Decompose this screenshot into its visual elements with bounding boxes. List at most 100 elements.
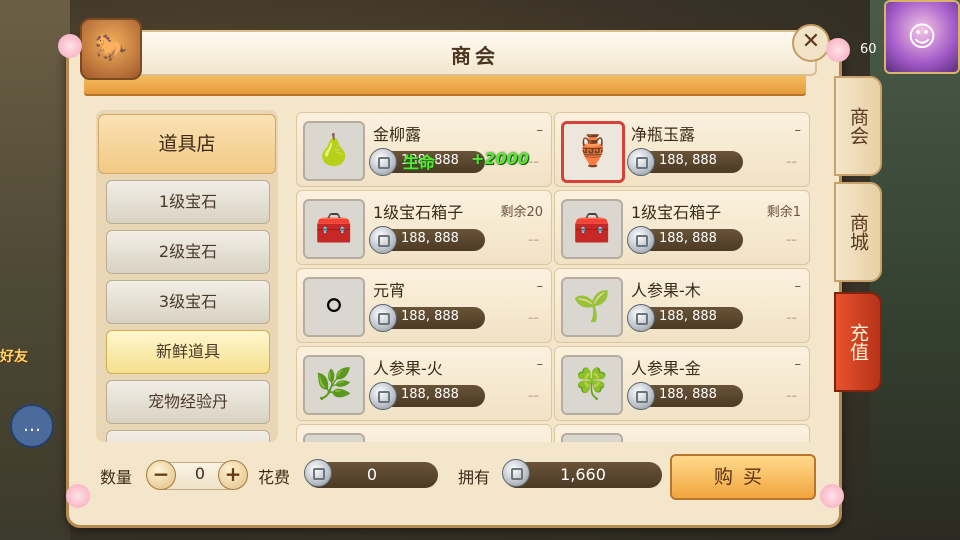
category-item-fresh[interactable]: 新鲜道具 [106, 330, 270, 374]
quantity-value[interactable]: 0 [180, 464, 220, 483]
blossom-decoration-icon [58, 34, 82, 58]
item-name: 元宵 [373, 281, 406, 300]
category-item-shop[interactable]: 道具店 [98, 114, 276, 174]
item-stock: 剩余1 [766, 205, 801, 220]
tab-shop-guild[interactable]: 商会 [834, 76, 882, 176]
item-stock: – [536, 357, 544, 372]
silver-coin-icon [627, 226, 655, 254]
owned-field: 1,660 [502, 459, 662, 488]
treasure-chest-icon: 🧰 [303, 199, 365, 259]
item-price: 188, 888 [369, 226, 485, 254]
ginseng-fruit-fire-icon: 🌿 [303, 355, 365, 415]
left-scene-strip [0, 0, 70, 540]
list-item[interactable]: ⚪ 元宵 – 188, 888 –– [296, 268, 552, 343]
category-item-partial[interactable] [106, 430, 270, 442]
list-item[interactable]: 🌿 人参果-火 – 188, 888 –– [296, 346, 552, 421]
ginseng-fruit-icon [303, 433, 365, 442]
item-stock: – [536, 123, 544, 138]
price-text: 188, 888 [659, 387, 717, 402]
item-price: 188, 888 [369, 382, 485, 410]
list-item[interactable]: 🌱 人参果-木 – 188, 888 –– [554, 268, 810, 343]
player-level: 60 [860, 42, 877, 57]
item-extra: –– [786, 233, 797, 246]
blossom-decoration-icon [820, 484, 844, 508]
silver-coin-icon [627, 304, 655, 332]
item-name: 人参果-火 [373, 359, 443, 378]
item-stock: – [794, 123, 802, 138]
item-stock: – [794, 357, 802, 372]
silver-coin-icon [369, 304, 397, 332]
item-stock: 剩余20 [500, 205, 543, 220]
ginseng-fruit-metal-icon: 🍀 [561, 355, 623, 415]
list-item[interactable] [296, 424, 552, 442]
list-item[interactable]: 🧰 1级宝石箱子 剩余1 188, 888 –– [554, 190, 810, 265]
silver-coin-icon [627, 148, 655, 176]
ginseng-fruit-wood-icon: 🌱 [561, 277, 623, 337]
item-stock: – [536, 279, 544, 294]
quantity-plus-button[interactable]: + [218, 460, 248, 490]
rice-ball-icon: ⚪ [303, 277, 365, 337]
item-stock: – [794, 279, 802, 294]
list-item[interactable] [554, 424, 810, 442]
category-item-gem-1[interactable]: 1级宝石 [106, 180, 270, 224]
quantity-label: 数量 [100, 468, 133, 487]
purchase-bar: 数量 − 0 + 花费 0 拥有 1,660 购买 [96, 452, 816, 500]
item-price: 188, 888 [627, 148, 743, 176]
item-name: 1级宝石箱子 [373, 203, 464, 222]
cost-value: 0 [366, 465, 378, 484]
item-price: 188, 888 [627, 382, 743, 410]
category-item-pet-exp[interactable]: 宠物经验丹 [106, 380, 270, 424]
player-avatar[interactable]: ☺ [884, 0, 960, 74]
green-gourd-icon: 🍐 [303, 121, 365, 181]
treasure-chest-icon: 🧰 [561, 199, 623, 259]
blossom-decoration-icon [66, 484, 90, 508]
item-grid: 🍐 金柳露 – 188, 888 –– 生命 +2000 🏺 净瓶玉露 – 18… [296, 112, 810, 442]
item-name: 净瓶玉露 [631, 125, 696, 144]
item-name: 人参果-金 [631, 359, 701, 378]
horse-cart-mascot-icon: 🐎 [80, 18, 142, 80]
tab-recharge[interactable]: 充值 [834, 292, 882, 392]
buff-popup-value: +2000 [471, 149, 529, 168]
item-extra: –– [786, 389, 797, 402]
right-scene-strip [870, 0, 960, 540]
price-text: 188, 888 [659, 309, 717, 324]
silver-coin-icon [369, 226, 397, 254]
category-item-gem-2[interactable]: 2级宝石 [106, 230, 270, 274]
list-item[interactable]: 🍀 人参果-金 – 188, 888 –– [554, 346, 810, 421]
cost-label: 花费 [258, 468, 291, 487]
item-name: 1级宝石箱子 [631, 203, 722, 222]
buff-popup-label: 生命 [403, 153, 436, 172]
owned-value: 1,660 [560, 465, 606, 484]
close-button[interactable]: ✕ [792, 24, 830, 62]
page-title: 商会 [451, 44, 499, 68]
buy-button[interactable]: 购买 [670, 454, 816, 500]
item-name: 金柳露 [373, 125, 422, 144]
silver-coin-icon [369, 382, 397, 410]
jade-vase-icon: 🏺 [561, 121, 625, 183]
item-extra: –– [786, 311, 797, 324]
chat-bubble-icon[interactable]: … [10, 404, 54, 448]
list-item[interactable]: 🍐 金柳露 – 188, 888 –– 生命 +2000 [296, 112, 552, 187]
item-extra: –– [528, 233, 539, 246]
cost-field: 0 [304, 459, 438, 488]
price-text: 188, 888 [659, 231, 717, 246]
item-extra: –– [528, 389, 539, 402]
item-price: 188, 888 [627, 226, 743, 254]
quantity-minus-button[interactable]: − [146, 460, 176, 490]
price-text: 188, 888 [401, 231, 459, 246]
price-text: 188, 888 [401, 387, 459, 402]
item-extra: –– [528, 311, 539, 324]
list-item[interactable]: 🧰 1级宝石箱子 剩余20 188, 888 –– [296, 190, 552, 265]
item-name: 人参果-木 [631, 281, 701, 300]
list-item[interactable]: 🏺 净瓶玉露 – 188, 888 –– [554, 112, 810, 187]
title-bar: 商会 [133, 30, 817, 76]
friend-label[interactable]: 好友 [0, 346, 60, 366]
item-extra: –– [786, 155, 797, 168]
ginseng-fruit-icon [561, 433, 623, 442]
item-price: 188, 888 [627, 304, 743, 332]
category-item-gem-3[interactable]: 3级宝石 [106, 280, 270, 324]
owned-label: 拥有 [458, 468, 491, 487]
item-price: 188, 888 [369, 304, 485, 332]
item-extra: –– [528, 155, 539, 168]
tab-mall[interactable]: 商城 [834, 182, 882, 282]
